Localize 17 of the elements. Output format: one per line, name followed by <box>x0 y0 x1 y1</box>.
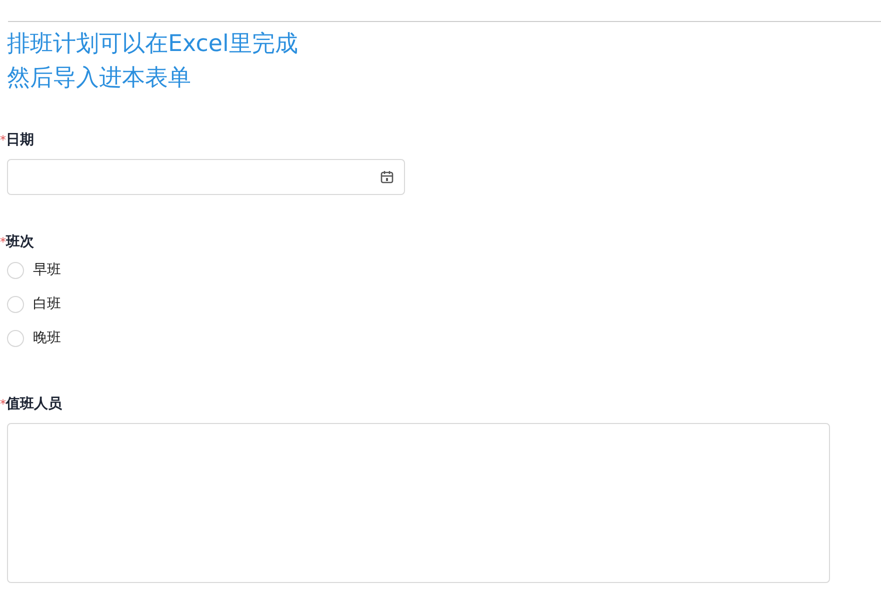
form-heading: 排班计划可以在Excel里完成 <box>7 30 298 59</box>
form-heading: 然后导入进本表单 <box>7 64 191 93</box>
field-label: 值班人员 <box>6 395 62 413</box>
text-area[interactable] <box>7 423 830 583</box>
calendar-icon[interactable] <box>380 170 394 184</box>
date-field[interactable] <box>7 159 405 195</box>
required-mark: * <box>0 235 6 249</box>
required-mark: * <box>0 397 6 411</box>
radio-button[interactable] <box>7 262 24 278</box>
radio-option[interactable]: 白班 <box>7 287 61 321</box>
required-mark: * <box>0 133 6 147</box>
field-label: 日期 <box>6 131 34 149</box>
radio-button[interactable] <box>7 296 24 312</box>
radio-option[interactable]: 晚班 <box>7 321 61 355</box>
radio-button[interactable] <box>7 330 24 346</box>
field-label: 班次 <box>6 233 34 251</box>
radio-option[interactable]: 早班 <box>7 253 61 287</box>
